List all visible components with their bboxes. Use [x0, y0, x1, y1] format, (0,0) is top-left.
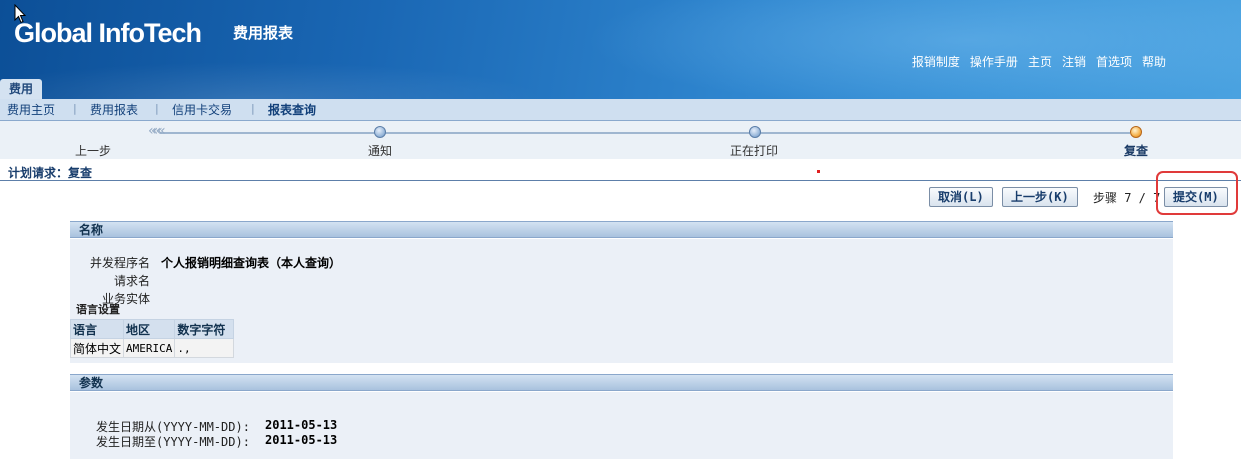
- global-link-help[interactable]: 帮助: [1142, 53, 1166, 70]
- subnav-credit-card[interactable]: 信用卡交易: [172, 101, 232, 118]
- section-header-name: 名称: [70, 221, 1173, 238]
- section-header-params: 参数: [70, 374, 1173, 391]
- train-line: [160, 132, 1130, 134]
- train-back-chevron-icon[interactable]: «««: [148, 123, 166, 139]
- subnav-expense-home[interactable]: 费用主页: [7, 101, 55, 118]
- global-links: 报销制度 操作手册 主页 注销 首选项 帮助: [912, 53, 1166, 70]
- step-indicator: 步骤 7 / 7: [1093, 191, 1161, 205]
- app-header: Global InfoTech 费用报表 报销制度 操作手册 主页 注销 首选项…: [0, 0, 1241, 99]
- cell-numeric-chars: .,: [174, 338, 235, 358]
- cell-language: 简体中文: [69, 338, 125, 358]
- field-label-program: 并发程序名: [89, 256, 150, 270]
- subnav-report-query[interactable]: 报表查询: [268, 101, 316, 118]
- column-header-numeric-chars: 数字字符: [174, 319, 235, 339]
- field-label-request-name: 请求名: [113, 274, 150, 288]
- title-divider: [0, 180, 1241, 181]
- subnav-separator: |: [155, 102, 159, 115]
- global-link-preferences[interactable]: 首选项: [1096, 53, 1132, 70]
- field-value-program: 个人报销明细查询表（本人查询）: [161, 256, 342, 270]
- subnav-separator: |: [251, 102, 255, 115]
- sub-navigation: 费用主页 | 费用报表 | 信用卡交易 | 报表查询: [0, 99, 1241, 121]
- cell-region: AMERICA: [123, 338, 176, 358]
- train-step-printing[interactable]: 正在打印: [730, 142, 778, 159]
- param-label-date-to: 发生日期至(YYYY-MM-DD):: [96, 435, 250, 449]
- subnav-separator: |: [73, 102, 77, 115]
- column-header-language: 语言: [69, 319, 125, 339]
- mouse-cursor-icon: [14, 4, 26, 24]
- brand-logo: Global InfoTech: [14, 18, 202, 48]
- train-step-dot[interactable]: [749, 126, 761, 138]
- tab-expenses[interactable]: 费用: [0, 79, 42, 99]
- process-train: ««« 上一步 通知 正在打印 复查: [0, 121, 1241, 159]
- train-back-link[interactable]: 上一步: [75, 142, 111, 159]
- cancel-button[interactable]: 取消(L): [929, 187, 993, 207]
- train-step-current-dot: [1130, 126, 1142, 138]
- header-swoosh: [520, 0, 1241, 99]
- param-value-date-from: 2011-05-13: [265, 418, 338, 432]
- lang-settings-label: 语言设置: [76, 304, 120, 316]
- table-header-row: 语言 地区 数字字符: [69, 319, 235, 339]
- global-link-policy[interactable]: 报销制度: [912, 53, 960, 70]
- train-step-review: 复查: [1124, 144, 1149, 158]
- header-swoosh-2: [0, 55, 600, 99]
- column-header-region: 地区: [123, 319, 176, 339]
- global-link-manual[interactable]: 操作手册: [970, 53, 1018, 70]
- subnav-expense-reports[interactable]: 费用报表: [90, 101, 138, 118]
- table-row: 简体中文 AMERICA .,: [69, 338, 235, 358]
- train-step-dot[interactable]: [374, 126, 386, 138]
- global-link-home[interactable]: 主页: [1028, 53, 1052, 70]
- red-marker: [817, 170, 820, 173]
- app-title: 费用报表: [233, 24, 294, 42]
- submit-highlight-annotation: [1156, 171, 1238, 215]
- page-title: 计划请求：复查: [8, 166, 93, 180]
- language-settings-table: 语言 地区 数字字符 简体中文 AMERICA .,: [69, 319, 235, 358]
- global-link-logout[interactable]: 注销: [1062, 53, 1086, 70]
- train-step-notify[interactable]: 通知: [368, 142, 392, 159]
- param-value-date-to: 2011-05-13: [265, 433, 338, 447]
- back-button[interactable]: 上一步(K): [1002, 187, 1078, 207]
